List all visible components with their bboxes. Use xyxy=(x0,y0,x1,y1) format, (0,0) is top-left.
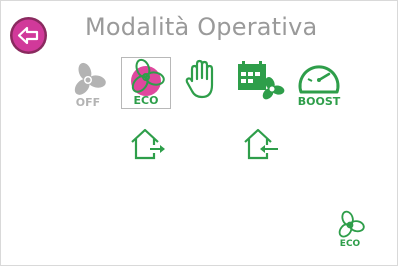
calendar-fan-icon xyxy=(238,61,285,100)
mode-boost-button[interactable]: BOOST xyxy=(291,59,347,109)
back-arrow-icon xyxy=(12,19,45,52)
flow-supply-button[interactable] xyxy=(241,125,281,163)
page-title: Modalità Operativa xyxy=(85,13,318,41)
hand-icon xyxy=(185,59,214,99)
mode-eco-button[interactable]: ECO xyxy=(121,57,171,109)
house-arrow-out-icon xyxy=(131,128,165,160)
mode-boost-label: BOOST xyxy=(297,95,341,108)
gauge-icon xyxy=(298,65,340,94)
fan-icon xyxy=(338,210,365,238)
mode-eco-label: ECO xyxy=(133,94,159,107)
status-eco-indicator: ECO xyxy=(333,210,367,254)
flow-extract-button[interactable] xyxy=(128,125,168,163)
back-button[interactable] xyxy=(10,17,47,54)
fan-icon xyxy=(74,62,106,95)
mode-manual-button[interactable] xyxy=(183,57,219,103)
mode-schedule-button[interactable] xyxy=(235,58,285,104)
status-eco-label: ECO xyxy=(339,239,361,249)
mode-off-label: OFF xyxy=(75,96,101,109)
mode-off-button[interactable]: OFF xyxy=(66,62,110,109)
house-arrow-in-icon xyxy=(244,128,278,160)
fan-icon xyxy=(131,58,165,96)
